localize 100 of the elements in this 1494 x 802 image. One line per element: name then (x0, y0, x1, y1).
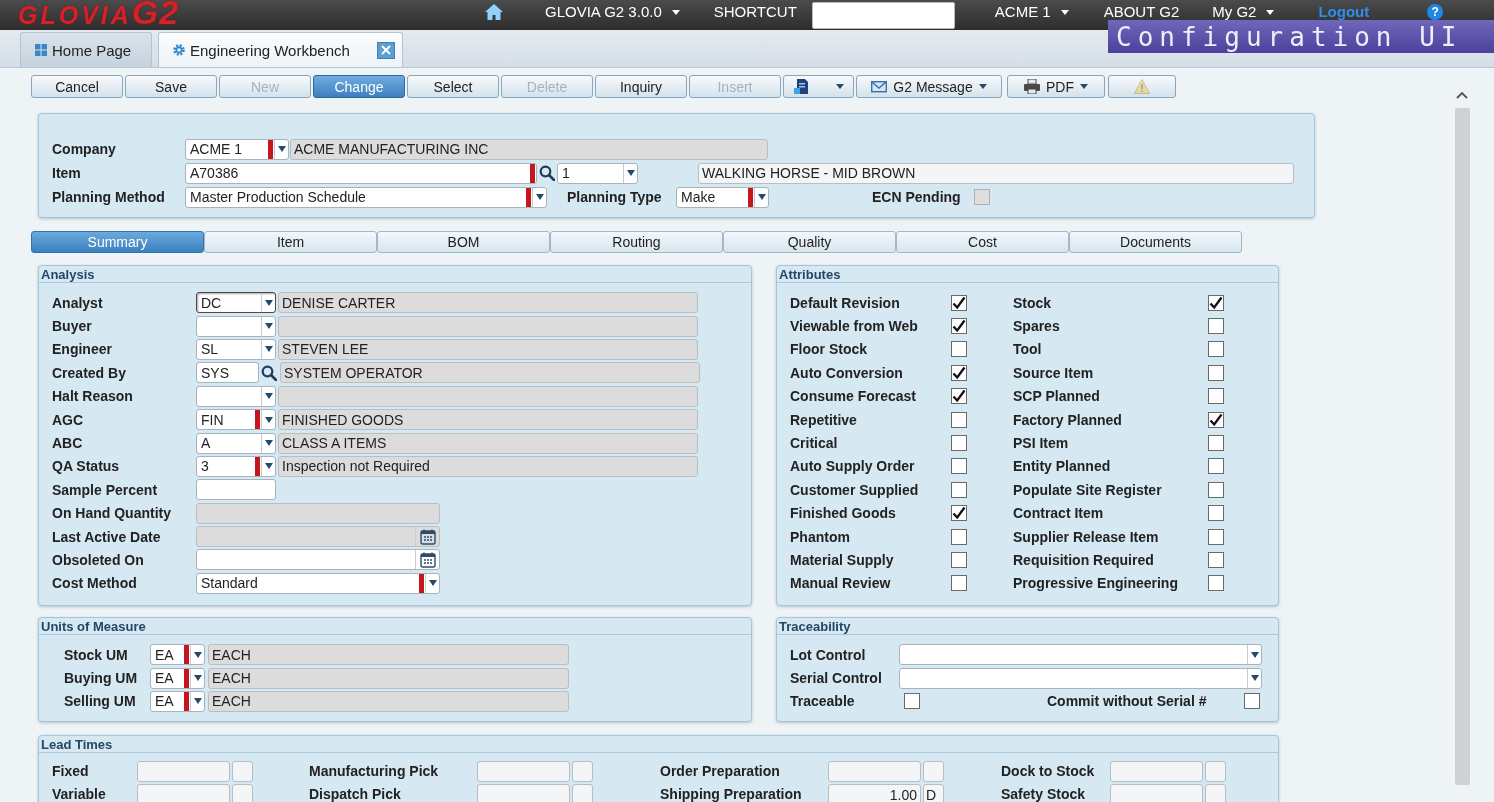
help-button[interactable]: ? (1427, 4, 1444, 20)
unit-field[interactable] (232, 761, 253, 782)
message-menu-button[interactable]: G2 Message (856, 75, 1002, 98)
dropdown-arrow-icon[interactable] (193, 651, 202, 658)
dropdown-arrow-icon[interactable] (264, 463, 273, 470)
input-field[interactable] (196, 479, 276, 501)
checkbox[interactable] (1244, 693, 1260, 710)
home-icon[interactable] (485, 4, 503, 20)
input-field[interactable] (1110, 784, 1203, 802)
dropdown-arrow-icon[interactable] (626, 170, 635, 176)
checkbox[interactable] (1208, 575, 1224, 592)
tab[interactable]: Routing (550, 231, 723, 253)
dropdown-arrow-icon[interactable] (264, 393, 273, 400)
dropdown-arrow-icon[interactable] (428, 580, 437, 587)
dropdown-arrow-icon[interactable] (193, 675, 202, 682)
input-field[interactable] (811, 1, 955, 29)
nav-link[interactable]: ABOUT G2 (1103, 4, 1180, 20)
unit-field[interactable] (923, 761, 944, 782)
nav-menu[interactable]: ACME 1 (994, 4, 1069, 20)
select-field[interactable]: SL (196, 338, 276, 360)
checkbox[interactable] (904, 693, 920, 710)
dropdown-arrow-icon[interactable] (264, 299, 273, 306)
select-field[interactable]: 1 (557, 162, 638, 184)
dropdown-arrow-icon[interactable] (277, 146, 286, 152)
unit-field[interactable] (232, 784, 253, 802)
checkbox[interactable] (951, 458, 967, 475)
select-field[interactable]: Master Production Schedule (185, 186, 547, 208)
select-field[interactable]: 3 (196, 455, 276, 477)
unit-field[interactable] (1205, 761, 1226, 782)
checkbox[interactable] (1208, 552, 1224, 568)
close-tab-button[interactable] (376, 41, 395, 59)
unit-field[interactable]: D (923, 784, 944, 802)
document-menu-button[interactable] (783, 75, 854, 98)
scrollbar-thumb[interactable] (1454, 108, 1470, 785)
checkbox[interactable] (951, 435, 967, 452)
tab[interactable]: Documents (1069, 231, 1242, 253)
dropdown-arrow-icon[interactable] (264, 323, 273, 330)
toolbar-button[interactable]: Inquiry (595, 75, 687, 98)
nav-menu[interactable]: GLOVIA G2 3.0.0 (545, 4, 680, 20)
input-field[interactable] (137, 784, 230, 802)
checkbox[interactable] (951, 552, 967, 568)
checkbox[interactable] (951, 505, 967, 522)
checkbox[interactable] (1208, 481, 1224, 498)
unit-field[interactable] (572, 784, 593, 802)
unit-field[interactable] (572, 761, 593, 782)
checkbox[interactable] (1208, 364, 1224, 381)
tab[interactable]: Quality (723, 231, 896, 253)
select-field[interactable]: Make (676, 186, 769, 208)
checkbox[interactable] (1208, 528, 1224, 545)
dropdown-arrow-icon[interactable] (535, 194, 544, 200)
checkbox[interactable] (1208, 458, 1224, 475)
calendar-icon[interactable] (419, 552, 436, 568)
checkbox[interactable] (951, 318, 967, 335)
dropdown-arrow-icon[interactable] (264, 346, 273, 353)
select-field[interactable]: A (196, 432, 276, 454)
input-field[interactable] (477, 761, 570, 782)
select-field[interactable]: DC (196, 292, 276, 314)
toolbar-button[interactable]: Select (407, 75, 499, 98)
checkbox[interactable] (951, 341, 967, 358)
checkbox[interactable] (1208, 318, 1224, 335)
tab[interactable]: Item (204, 231, 377, 253)
dropdown-arrow-icon[interactable] (193, 698, 202, 705)
checkbox[interactable] (951, 528, 967, 545)
dropdown-arrow-icon[interactable] (757, 194, 766, 200)
input-field[interactable]: SYS (196, 362, 259, 384)
dropdown-arrow-icon[interactable] (1250, 651, 1259, 658)
dropdown-arrow-icon[interactable] (264, 416, 273, 423)
nav-link[interactable]: SHORTCUT (713, 4, 797, 20)
checkbox[interactable] (1208, 435, 1224, 452)
select-field[interactable] (196, 315, 276, 337)
select-field[interactable]: FIN (196, 409, 276, 431)
select-field[interactable]: ACME 1 (185, 138, 289, 160)
input-field[interactable] (1110, 761, 1203, 782)
checkbox[interactable] (951, 388, 967, 405)
checkbox[interactable] (951, 575, 967, 592)
dropdown-arrow-icon[interactable] (264, 440, 273, 447)
select-field[interactable]: Standard (196, 572, 440, 594)
checkbox[interactable] (1208, 411, 1224, 428)
select-field[interactable]: EA (150, 667, 205, 689)
dropdown-arrow-icon[interactable] (1250, 675, 1259, 682)
select-field[interactable] (899, 644, 1262, 666)
input-field[interactable] (828, 761, 921, 782)
input-field[interactable] (137, 761, 230, 782)
select-field[interactable]: EA (150, 644, 205, 666)
checkbox[interactable] (1208, 294, 1224, 311)
date-field[interactable] (196, 549, 440, 571)
tab[interactable]: Cost (896, 231, 1069, 253)
select-field[interactable]: EA (150, 690, 205, 712)
nav-menu[interactable]: My G2 (1212, 4, 1275, 20)
checkbox[interactable] (1208, 505, 1224, 522)
select-field[interactable] (196, 385, 276, 407)
window-tab[interactable]: Home Page (20, 32, 152, 67)
toolbar-button[interactable]: Cancel (31, 75, 123, 98)
checkbox[interactable] (951, 411, 967, 428)
checkbox[interactable] (951, 481, 967, 498)
tab[interactable]: BOM (377, 231, 550, 253)
search-icon[interactable] (261, 364, 277, 381)
input-field[interactable]: A70386 (185, 162, 537, 184)
input-field[interactable]: 1.00 (828, 784, 921, 802)
checkbox[interactable] (951, 294, 967, 311)
